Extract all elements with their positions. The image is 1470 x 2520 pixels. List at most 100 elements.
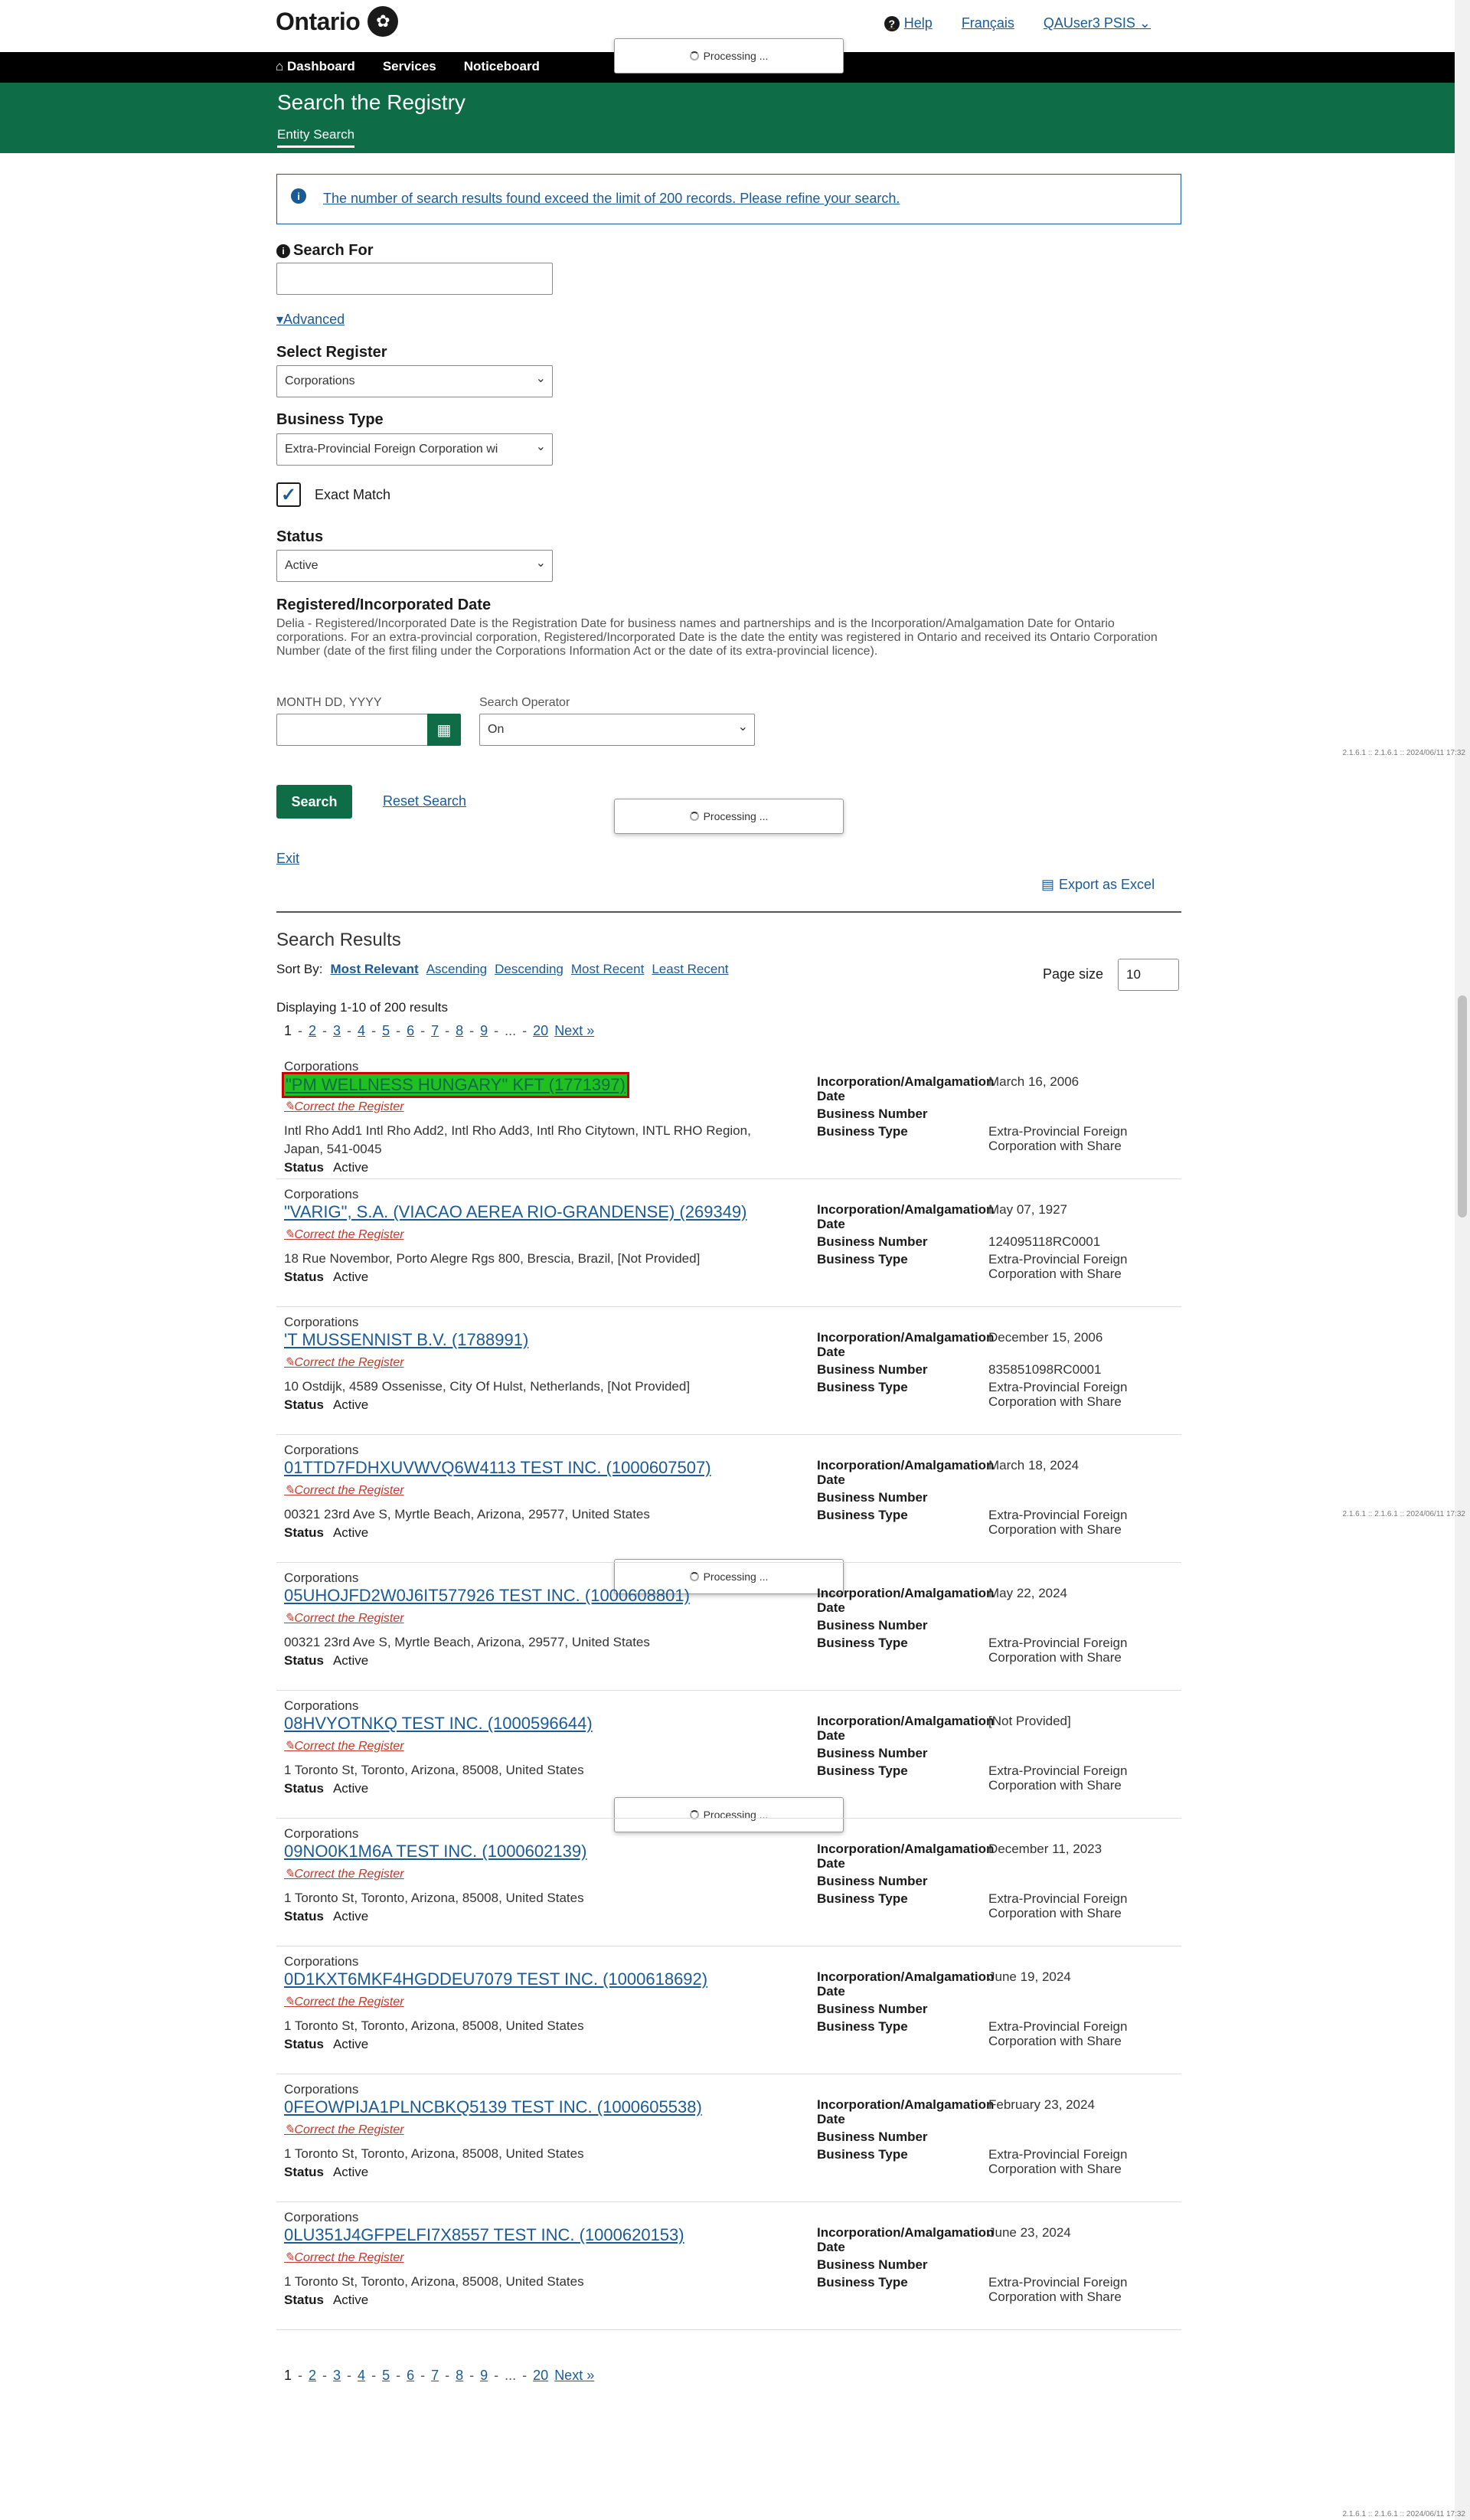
result-entity-link[interactable]: "PM WELLNESS HUNGARY" KFT (1771397) — [282, 1072, 629, 1098]
alert-message[interactable]: The number of search results found excee… — [323, 191, 900, 207]
help-link[interactable]: ? Help — [884, 15, 933, 31]
incorporation-date-value: February 23, 2024 — [988, 2097, 1095, 2112]
page-separator: - — [347, 2368, 352, 2383]
correct-register-link[interactable]: ✎Correct the Register — [284, 1482, 404, 1498]
page-link[interactable]: 4 — [358, 1023, 365, 1039]
info-icon[interactable]: i — [276, 244, 290, 258]
result-register: Corporations — [284, 1059, 359, 1074]
business-number-value: 124095118RC0001 — [988, 1234, 1101, 1249]
page-link-last[interactable]: 20 — [533, 2368, 548, 2384]
status-select[interactable]: Active — [276, 550, 553, 582]
page-separator: - — [371, 2368, 377, 2383]
result-entity-link[interactable]: "VARIG", S.A. (VIACAO AEREA RIO-GRANDENS… — [284, 1202, 747, 1222]
correct-register-link[interactable]: ✎Correct the Register — [284, 1099, 404, 1114]
correct-register-link[interactable]: ✎Correct the Register — [284, 2122, 404, 2137]
user-menu[interactable]: QAUser3 PSIS ⌄ — [1044, 15, 1151, 31]
advanced-toggle[interactable]: ▾Advanced — [276, 312, 345, 328]
result-entity-link[interactable]: 08HVYOTNKQ TEST INC. (1000596644) — [284, 1714, 593, 1734]
result-entity-link[interactable]: 0FEOWPIJA1PLNCBKQ5139 TEST INC. (1000605… — [284, 2097, 702, 2117]
page-ellipsis: ... — [505, 2368, 517, 2383]
sort-least-recent[interactable]: Least Recent — [652, 962, 728, 977]
next-page-link[interactable]: Next » — [554, 2368, 594, 2384]
result-address: 1 Toronto St, Toronto, Arizona, 85008, U… — [284, 2146, 584, 2161]
help-label: Help — [903, 15, 933, 31]
correct-register-link[interactable]: ✎Correct the Register — [284, 1738, 404, 1754]
incorporation-date-value: December 15, 2006 — [988, 1330, 1103, 1345]
status-key: Status — [284, 2165, 324, 2179]
page-link[interactable]: 5 — [382, 2368, 390, 2384]
reset-search-link[interactable]: Reset Search — [383, 793, 466, 809]
ontario-logo[interactable]: Ontario ✿ — [276, 6, 399, 37]
result-entity-link[interactable]: 'T MUSSENNIST B.V. (1788991) — [284, 1330, 528, 1350]
business-type-select[interactable]: Extra-Provincial Foreign Corporation wi — [276, 433, 553, 466]
result-entity-link[interactable]: 01TTD7FDHXUVWVQ6W4113 TEST INC. (1000607… — [284, 1458, 711, 1478]
result-meta: Incorporation/Amalgamation Date June 23, … — [817, 2225, 1177, 2304]
result-entity-link[interactable]: 05UHOJFD2W0J6IT577926 TEST INC. (1000608… — [284, 1586, 690, 1606]
sort-most-recent[interactable]: Most Recent — [571, 962, 644, 977]
page-link[interactable]: 9 — [480, 2368, 488, 2384]
page-link[interactable]: 6 — [407, 2368, 414, 2384]
page-link[interactable]: 7 — [431, 1023, 439, 1039]
page-ellipsis: ... — [505, 1023, 517, 1038]
export-excel-button[interactable]: ▤ Export as Excel — [1041, 877, 1155, 893]
page-link[interactable]: 9 — [480, 1023, 488, 1039]
nav-dashboard[interactable]: ⌂ Dashboard — [276, 59, 355, 74]
exact-match-label: Exact Match — [315, 486, 391, 502]
result-register: Corporations — [284, 2082, 359, 2097]
page-link[interactable]: 8 — [456, 2368, 463, 2384]
next-page-link[interactable]: Next » — [554, 1023, 594, 1039]
correct-register-link[interactable]: ✎Correct the Register — [284, 2250, 404, 2265]
search-operator-select[interactable]: On — [479, 714, 755, 746]
edit-icon: ✎ — [284, 1228, 295, 1241]
result-entity-link[interactable]: 0D1KXT6MKF4HGDDEU7079 TEST INC. (1000618… — [284, 1969, 707, 1989]
result-meta: Incorporation/Amalgamation Date [Not Prov… — [817, 1714, 1177, 1793]
correct-register-link[interactable]: ✎Correct the Register — [284, 1994, 404, 2009]
page-link[interactable]: 2 — [309, 1023, 316, 1039]
result-entity-link[interactable]: 0LU351J4GFPELFI7X8557 TEST INC. (1000620… — [284, 2225, 684, 2245]
page-link[interactable]: 3 — [333, 1023, 341, 1039]
page-link[interactable]: 2 — [309, 2368, 316, 2384]
scroll-thumb[interactable] — [1458, 995, 1467, 1218]
result-address: 00321 23rd Ave S, Myrtle Beach, Arizona,… — [284, 1507, 650, 1521]
result-entity-link[interactable]: 09NO0K1M6A TEST INC. (1000602139) — [284, 1842, 586, 1861]
page-size-select[interactable]: 10 — [1118, 959, 1179, 991]
page-link[interactable]: 8 — [456, 1023, 463, 1039]
correct-register-link[interactable]: ✎Correct the Register — [284, 1866, 404, 1881]
tab-entity-search[interactable]: Entity Search — [277, 127, 355, 148]
sort-descending[interactable]: Descending — [495, 962, 564, 977]
business-type-value: Extra-Provincial Foreign Corporation wit… — [988, 1891, 1128, 1920]
page-link[interactable]: 7 — [431, 2368, 439, 2384]
language-link[interactable]: Français — [962, 15, 1014, 31]
status-value: Active — [332, 1909, 369, 1924]
exit-link[interactable]: Exit — [276, 851, 299, 867]
nav-noticeboard[interactable]: Noticeboard — [464, 59, 540, 74]
page-link[interactable]: 4 — [358, 2368, 365, 2384]
page-link[interactable]: 5 — [382, 1023, 390, 1039]
search-button[interactable]: Search — [276, 785, 352, 819]
date-input[interactable] — [276, 714, 428, 746]
page-link[interactable]: 3 — [333, 2368, 341, 2384]
spinner-icon — [689, 51, 699, 60]
result-status: Status Active — [284, 2037, 368, 2052]
search-input[interactable] — [276, 263, 553, 295]
correct-register-link[interactable]: ✎Correct the Register — [284, 1227, 404, 1242]
business-type-key: Business Type — [817, 1891, 908, 1906]
result-register: Corporations — [284, 1826, 359, 1841]
sort-ascending[interactable]: Ascending — [426, 962, 487, 977]
business-number-value — [988, 1746, 1177, 1760]
sort-most-relevant[interactable]: Most Relevant — [330, 962, 418, 977]
page-separator: - — [445, 2368, 450, 2383]
page-link-last[interactable]: 20 — [533, 1023, 548, 1039]
scrollbar[interactable] — [1455, 0, 1470, 2520]
register-select[interactable]: Corporations — [276, 365, 553, 397]
result-address: 00321 23rd Ave S, Myrtle Beach, Arizona,… — [284, 1635, 650, 1649]
correct-register-link[interactable]: ✎Correct the Register — [284, 1610, 404, 1626]
edit-icon: ✎ — [284, 1484, 295, 1497]
page-link[interactable]: 6 — [407, 1023, 414, 1039]
page-banner: Search the Registry Entity Search — [0, 83, 1455, 153]
nav-services[interactable]: Services — [383, 59, 436, 74]
exact-match-checkbox[interactable]: ✓ — [276, 482, 301, 507]
caret-down-icon: ▾ — [276, 312, 284, 327]
correct-register-link[interactable]: ✎Correct the Register — [284, 1355, 404, 1370]
calendar-icon[interactable]: ▦ — [427, 714, 461, 746]
